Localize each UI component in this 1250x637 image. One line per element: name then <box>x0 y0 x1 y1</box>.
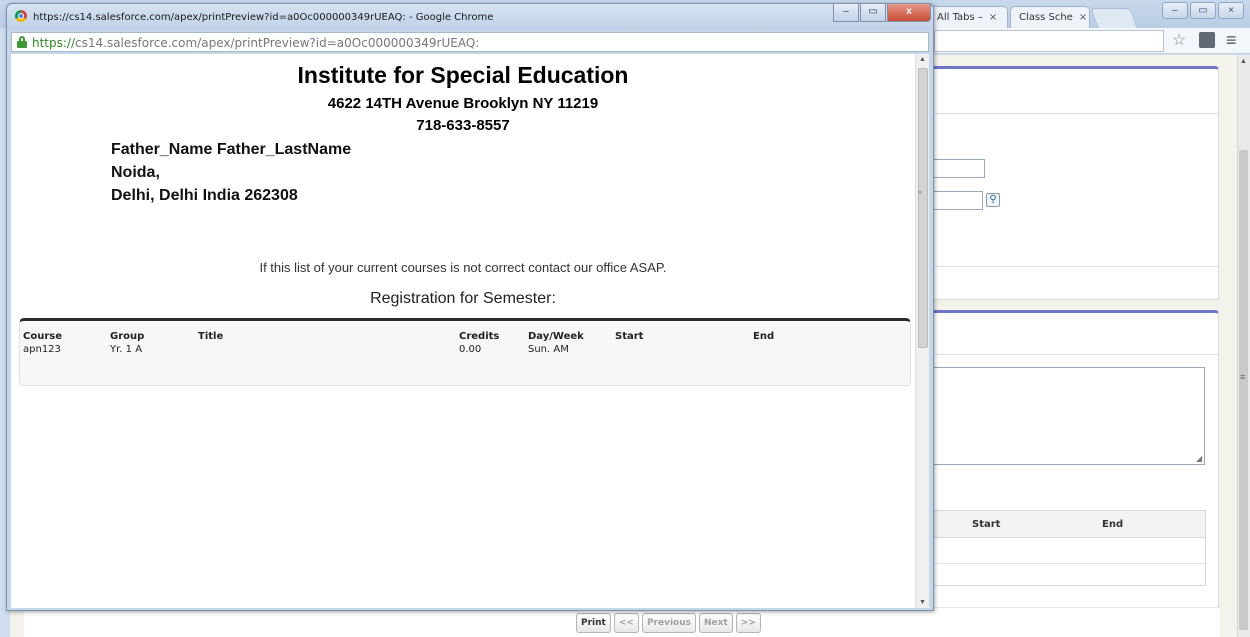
recipient-region: Delhi, Delhi India 262308 <box>111 187 298 204</box>
description-textarea[interactable] <box>930 367 1205 465</box>
column-header-start: Start <box>615 331 644 342</box>
lock-icon <box>17 36 27 48</box>
close-icon[interactable]: × <box>1218 2 1244 19</box>
minimize-icon[interactable]: – <box>1162 2 1188 19</box>
popup-window-controls: – ▭ x <box>833 4 931 22</box>
resize-grip-icon[interactable]: ◢ <box>1196 454 1202 463</box>
cell-course: apn123 <box>23 344 61 355</box>
menu-icon[interactable]: ≡ <box>1226 30 1237 51</box>
print-preview-popup-window: https://cs14.salesforce.com/apex/printPr… <box>6 3 934 611</box>
lock-body <box>17 41 27 48</box>
close-icon[interactable]: x <box>887 4 931 22</box>
column-header-credits: Credits <box>459 331 500 342</box>
close-icon[interactable]: × <box>1079 12 1087 23</box>
table-header-row: Start End <box>931 511 1205 538</box>
background-address-bar[interactable] <box>934 30 1164 52</box>
divider <box>935 113 1218 114</box>
column-header-start: Start <box>972 519 1001 530</box>
pager-buttons: Print << Previous Next >> <box>576 613 761 633</box>
column-header-day-week: Day/Week <box>528 331 584 342</box>
scroll-grip-icon: ≡ <box>918 190 923 197</box>
print-button[interactable]: Print <box>576 613 611 633</box>
popup-window-title: https://cs14.salesforce.com/apex/printPr… <box>33 12 494 23</box>
table-row <box>931 563 1205 564</box>
divider <box>935 266 1218 267</box>
popup-title-bar[interactable]: https://cs14.salesforce.com/apex/printPr… <box>7 4 933 30</box>
registration-title: Registration for Semester: <box>370 290 556 307</box>
column-header-end: End <box>753 331 775 342</box>
text-field[interactable] <box>930 159 985 178</box>
divider <box>935 354 1218 355</box>
next-page-button[interactable]: Next <box>698 613 733 633</box>
last-page-button[interactable]: >> <box>735 613 761 633</box>
scroll-thumb[interactable] <box>918 68 928 348</box>
previous-page-button[interactable]: Previous <box>641 613 696 633</box>
popup-vertical-scrollbar[interactable]: ▲ ≡ ▼ <box>915 54 929 608</box>
print-preview-page: Institute for Special Education 4622 14T… <box>11 54 915 608</box>
splitter-handle-icon[interactable]: ≡ <box>1240 372 1245 382</box>
scroll-up-arrow-icon[interactable]: ▲ <box>919 56 926 63</box>
course-table: Course Group Title Credits Day/Week Star… <box>19 318 911 386</box>
background-scroll-thumb[interactable] <box>1239 150 1248 630</box>
scroll-up-arrow-icon[interactable]: ▲ <box>1240 58 1247 65</box>
url-path: cs14.salesforce.com/apex/printPreview?id… <box>75 36 480 50</box>
background-window-controls: – ▭ × <box>1162 2 1244 20</box>
column-header-course: Course <box>23 331 62 342</box>
tab-label: All Tabs – <box>937 12 983 23</box>
chrome-icon <box>15 10 27 22</box>
scroll-down-arrow-icon[interactable]: ▼ <box>919 599 926 606</box>
column-header-group: Group <box>110 331 145 342</box>
column-header-title: Title <box>198 331 224 342</box>
bookmark-star-icon[interactable]: ☆ <box>1172 30 1186 50</box>
minimize-icon[interactable]: – <box>833 4 859 22</box>
extension-icon[interactable] <box>1199 32 1215 48</box>
first-page-button[interactable]: << <box>613 613 639 633</box>
notice-text: If this list of your current courses is … <box>259 260 667 275</box>
url-scheme: https:// <box>32 36 76 50</box>
maximize-icon[interactable]: ▭ <box>860 4 886 22</box>
cell-group: Yr. 1 A <box>110 344 143 355</box>
school-address: 4622 14TH Avenue Brooklyn NY 11219 <box>327 95 599 112</box>
schedule-table: Start End <box>930 510 1206 586</box>
new-tab-button[interactable] <box>1090 8 1138 28</box>
recipient-city: Noida, <box>111 164 160 181</box>
lookup-search-icon[interactable]: ⚲ <box>986 193 1000 207</box>
school-name-heading: Institute for Special Education <box>297 62 629 88</box>
maximize-icon[interactable]: ▭ <box>1190 2 1216 19</box>
school-phone: 718-633-8557 <box>416 117 510 134</box>
recipient-name: Father_Name Father_LastName <box>111 141 352 158</box>
tab-class-schedule[interactable]: Class Sche × <box>1010 6 1090 28</box>
cell-credits: 0.00 <box>459 344 482 355</box>
lookup-field[interactable] <box>930 191 983 210</box>
cell-day-week: Sun. AM <box>528 344 569 355</box>
url-text[interactable]: https://cs14.salesforce.com/apex/printPr… <box>32 36 479 50</box>
tab-label: Class Sche <box>1019 12 1073 23</box>
popup-address-bar[interactable]: https://cs14.salesforce.com/apex/printPr… <box>11 32 929 52</box>
tab-all-tabs[interactable]: All Tabs – × <box>928 6 1008 28</box>
column-header-end: End <box>1102 519 1124 530</box>
close-icon[interactable]: × <box>989 12 997 23</box>
